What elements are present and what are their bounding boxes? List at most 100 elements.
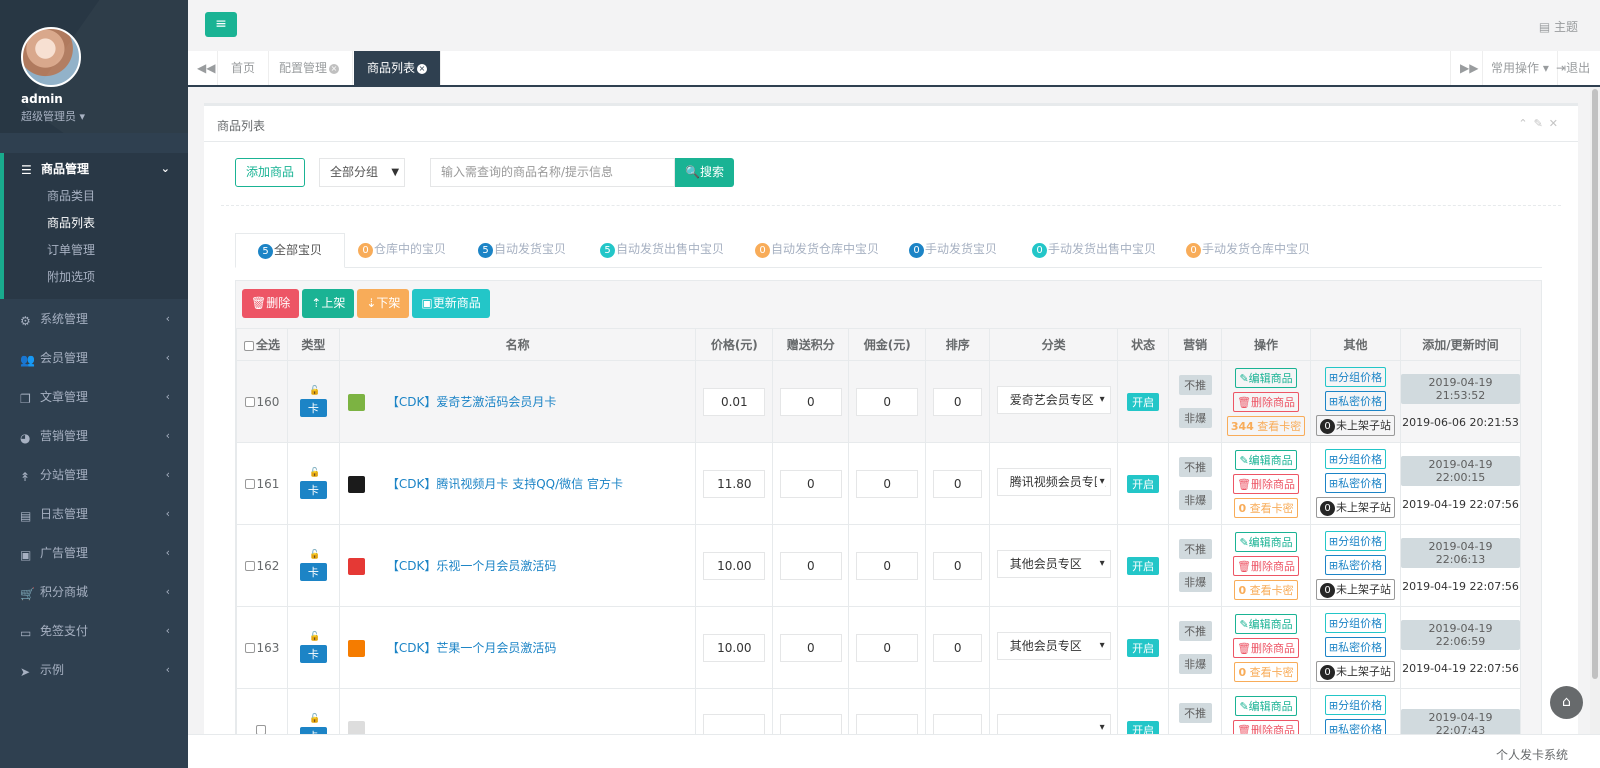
search-button[interactable]: 🔍搜索 <box>675 158 734 187</box>
sidebar-item-payment[interactable]: ▭ 免签支付 ‹ <box>0 611 188 650</box>
product-name-link[interactable]: 【CDK】芒果一个月会员激活码 <box>387 641 557 655</box>
logout-button[interactable]: ⇥退出 <box>1548 51 1598 85</box>
no-recommend-badge[interactable]: 不推 <box>1178 621 1212 641</box>
group-price-button[interactable]: ⊞分组价格 <box>1324 613 1387 633</box>
price-input[interactable]: 10.00 <box>703 551 766 580</box>
delete-goods-button[interactable]: 🗑删除商品 <box>1233 555 1300 576</box>
delete-goods-button[interactable]: 🗑删除商品 <box>1233 473 1300 494</box>
row-checkbox[interactable] <box>244 643 255 653</box>
price-input[interactable]: 10.00 <box>703 633 766 662</box>
sidebar-sub-item[interactable]: 订单管理 <box>4 237 188 264</box>
not-hot-badge[interactable]: 非爆 <box>1178 654 1212 674</box>
filter-tab-auto-selling[interactable]: 5 自动发货出售中宝贝 <box>600 233 724 268</box>
theme-button[interactable]: ▤ 主题 <box>1539 18 1578 35</box>
delete-goods-button[interactable]: 🗑删除商品 <box>1233 637 1300 658</box>
points-input[interactable]: 0 <box>779 469 842 498</box>
category-select[interactable]: 其他会员专区 <box>996 550 1111 578</box>
status-toggle[interactable]: 开启 <box>1127 392 1160 411</box>
commission-input[interactable] <box>856 714 919 734</box>
wrench-icon[interactable]: ✎ <box>1534 117 1549 130</box>
sidebar-item-marketing[interactable]: ◕ 营销管理 ‹ <box>0 416 188 455</box>
substation-button[interactable]: 0 未上架子站 <box>1316 661 1396 682</box>
status-toggle[interactable]: 开启 <box>1127 720 1160 734</box>
sidebar-sub-item-active[interactable]: 商品列表 <box>4 210 188 237</box>
add-goods-button[interactable]: 添加商品 <box>235 158 306 187</box>
substation-button[interactable]: 0 未上架子站 <box>1316 497 1396 518</box>
not-hot-badge[interactable]: 非爆 <box>1178 490 1212 510</box>
no-recommend-badge[interactable]: 不推 <box>1178 375 1212 395</box>
price-input[interactable] <box>703 714 766 734</box>
commission-input[interactable]: 0 <box>856 469 919 498</box>
sort-input[interactable]: 0 <box>933 387 983 416</box>
price-input[interactable]: 11.80 <box>703 469 766 498</box>
sidebar-item-system[interactable]: ⚙ 系统管理 ‹ <box>0 299 188 338</box>
group-price-button[interactable]: ⊞分组价格 <box>1324 531 1387 551</box>
view-cards-button[interactable]: 344 查看卡密 <box>1226 415 1306 436</box>
sidebar-item-goods[interactable]: ☰ 商品管理 ⌄ <box>4 153 188 183</box>
delete-goods-button[interactable]: 🗑删除商品 <box>1233 391 1300 412</box>
product-name-link[interactable]: 【CDK】乐视一个月会员激活码 <box>387 559 557 573</box>
sort-input[interactable]: 0 <box>933 469 983 498</box>
filter-tab-manual[interactable]: 0 手动发货宝贝 <box>909 233 997 268</box>
substation-button[interactable]: 0 未上架子站 <box>1316 579 1396 600</box>
status-toggle[interactable]: 开启 <box>1127 556 1160 575</box>
view-cards-button[interactable]: 0 查看卡密 <box>1234 579 1298 600</box>
menu-toggle-button[interactable]: ≡ <box>205 12 237 37</box>
group-price-button[interactable]: ⊞分组价格 <box>1324 449 1387 469</box>
commission-input[interactable]: 0 <box>856 387 919 416</box>
points-input[interactable]: 0 <box>779 387 842 416</box>
sidebar-item-examples[interactable]: ➤ 示例 ‹ <box>0 650 188 689</box>
points-input[interactable]: 0 <box>779 551 842 580</box>
edit-goods-button[interactable]: ✎编辑商品 <box>1235 695 1297 716</box>
commission-input[interactable]: 0 <box>856 633 919 662</box>
row-checkbox[interactable] <box>244 479 255 489</box>
view-cards-button[interactable]: 0 查看卡密 <box>1234 497 1298 518</box>
row-checkbox[interactable] <box>244 397 255 407</box>
product-name-link[interactable]: 【CDK】腾讯视频月卡 支持QQ/微信 官方卡 <box>387 477 623 491</box>
tab-goods-list[interactable]: 商品列表 × <box>354 51 442 85</box>
no-recommend-badge[interactable]: 不推 <box>1178 457 1212 477</box>
sidebar-item-articles[interactable]: ❐ 文章管理 ‹ <box>0 377 188 416</box>
common-ops-dropdown[interactable]: 常用操作 ▾ <box>1483 51 1558 85</box>
bulk-up-button[interactable]: ⇡上架 <box>302 289 355 318</box>
user-role-dropdown[interactable]: 超级管理员 ▾ <box>21 108 188 124</box>
bulk-down-button[interactable]: ⇣下架 <box>357 289 410 318</box>
not-hot-badge[interactable]: 非爆 <box>1178 572 1212 592</box>
close-icon[interactable]: ✕ <box>1549 117 1564 130</box>
close-icon[interactable]: × <box>329 63 340 74</box>
filter-tab-warehouse[interactable]: 0 仓库中的宝贝 <box>358 233 446 268</box>
sort-input[interactable] <box>933 714 983 734</box>
sort-input[interactable]: 0 <box>933 633 983 662</box>
select-all-header[interactable]: 全选 <box>236 328 288 361</box>
sidebar-item-substations[interactable]: ↟ 分站管理 ‹ <box>0 455 188 494</box>
sidebar-item-points-mall[interactable]: 🛒 积分商城 ‹ <box>0 572 188 611</box>
edit-goods-button[interactable]: ✎编辑商品 <box>1235 531 1297 552</box>
filter-tab-auto[interactable]: 5 自动发货宝贝 <box>478 233 566 268</box>
category-select[interactable]: 其他会员专区 <box>996 632 1111 660</box>
edit-goods-button[interactable]: ✎编辑商品 <box>1235 367 1297 388</box>
sidebar-sub-item[interactable]: 商品类目 <box>4 183 188 210</box>
no-recommend-badge[interactable]: 不推 <box>1178 703 1212 723</box>
category-select[interactable]: 腾讯视频会员专区 <box>996 468 1111 496</box>
group-price-button[interactable]: ⊞分组价格 <box>1324 695 1387 715</box>
no-recommend-badge[interactable]: 不推 <box>1178 539 1212 559</box>
filter-tab-manual-selling[interactable]: 0 手动发货出售中宝贝 <box>1032 233 1156 268</box>
private-price-button[interactable]: ⊞私密价格 <box>1324 473 1387 493</box>
tab-scroll-right-button[interactable]: ▶▶ <box>1450 51 1483 85</box>
status-toggle[interactable]: 开启 <box>1127 474 1160 493</box>
select-all-checkbox[interactable] <box>243 340 254 351</box>
row-checkbox[interactable] <box>244 561 255 571</box>
edit-goods-button[interactable]: ✎编辑商品 <box>1235 449 1297 470</box>
page-scrollbar[interactable] <box>1590 87 1600 734</box>
bulk-delete-button[interactable]: 🗑删除 <box>242 289 300 318</box>
sidebar-item-members[interactable]: 👥 会员管理 ‹ <box>0 338 188 377</box>
row-checkbox[interactable] <box>255 725 266 734</box>
collapse-icon[interactable]: ⌃ <box>1518 117 1533 130</box>
group-price-button[interactable]: ⊞分组价格 <box>1324 367 1387 387</box>
private-price-button[interactable]: ⊞私密价格 <box>1324 719 1387 734</box>
sidebar-item-ads[interactable]: ▣ 广告管理 ‹ <box>0 533 188 572</box>
refresh-goods-button[interactable]: ▣更新商品 <box>412 289 490 318</box>
private-price-button[interactable]: ⊞私密价格 <box>1324 555 1387 575</box>
filter-tab-manual-warehouse[interactable]: 0 手动发货仓库中宝贝 <box>1186 233 1310 268</box>
category-select[interactable]: 全部分组 ▼ <box>319 158 406 187</box>
